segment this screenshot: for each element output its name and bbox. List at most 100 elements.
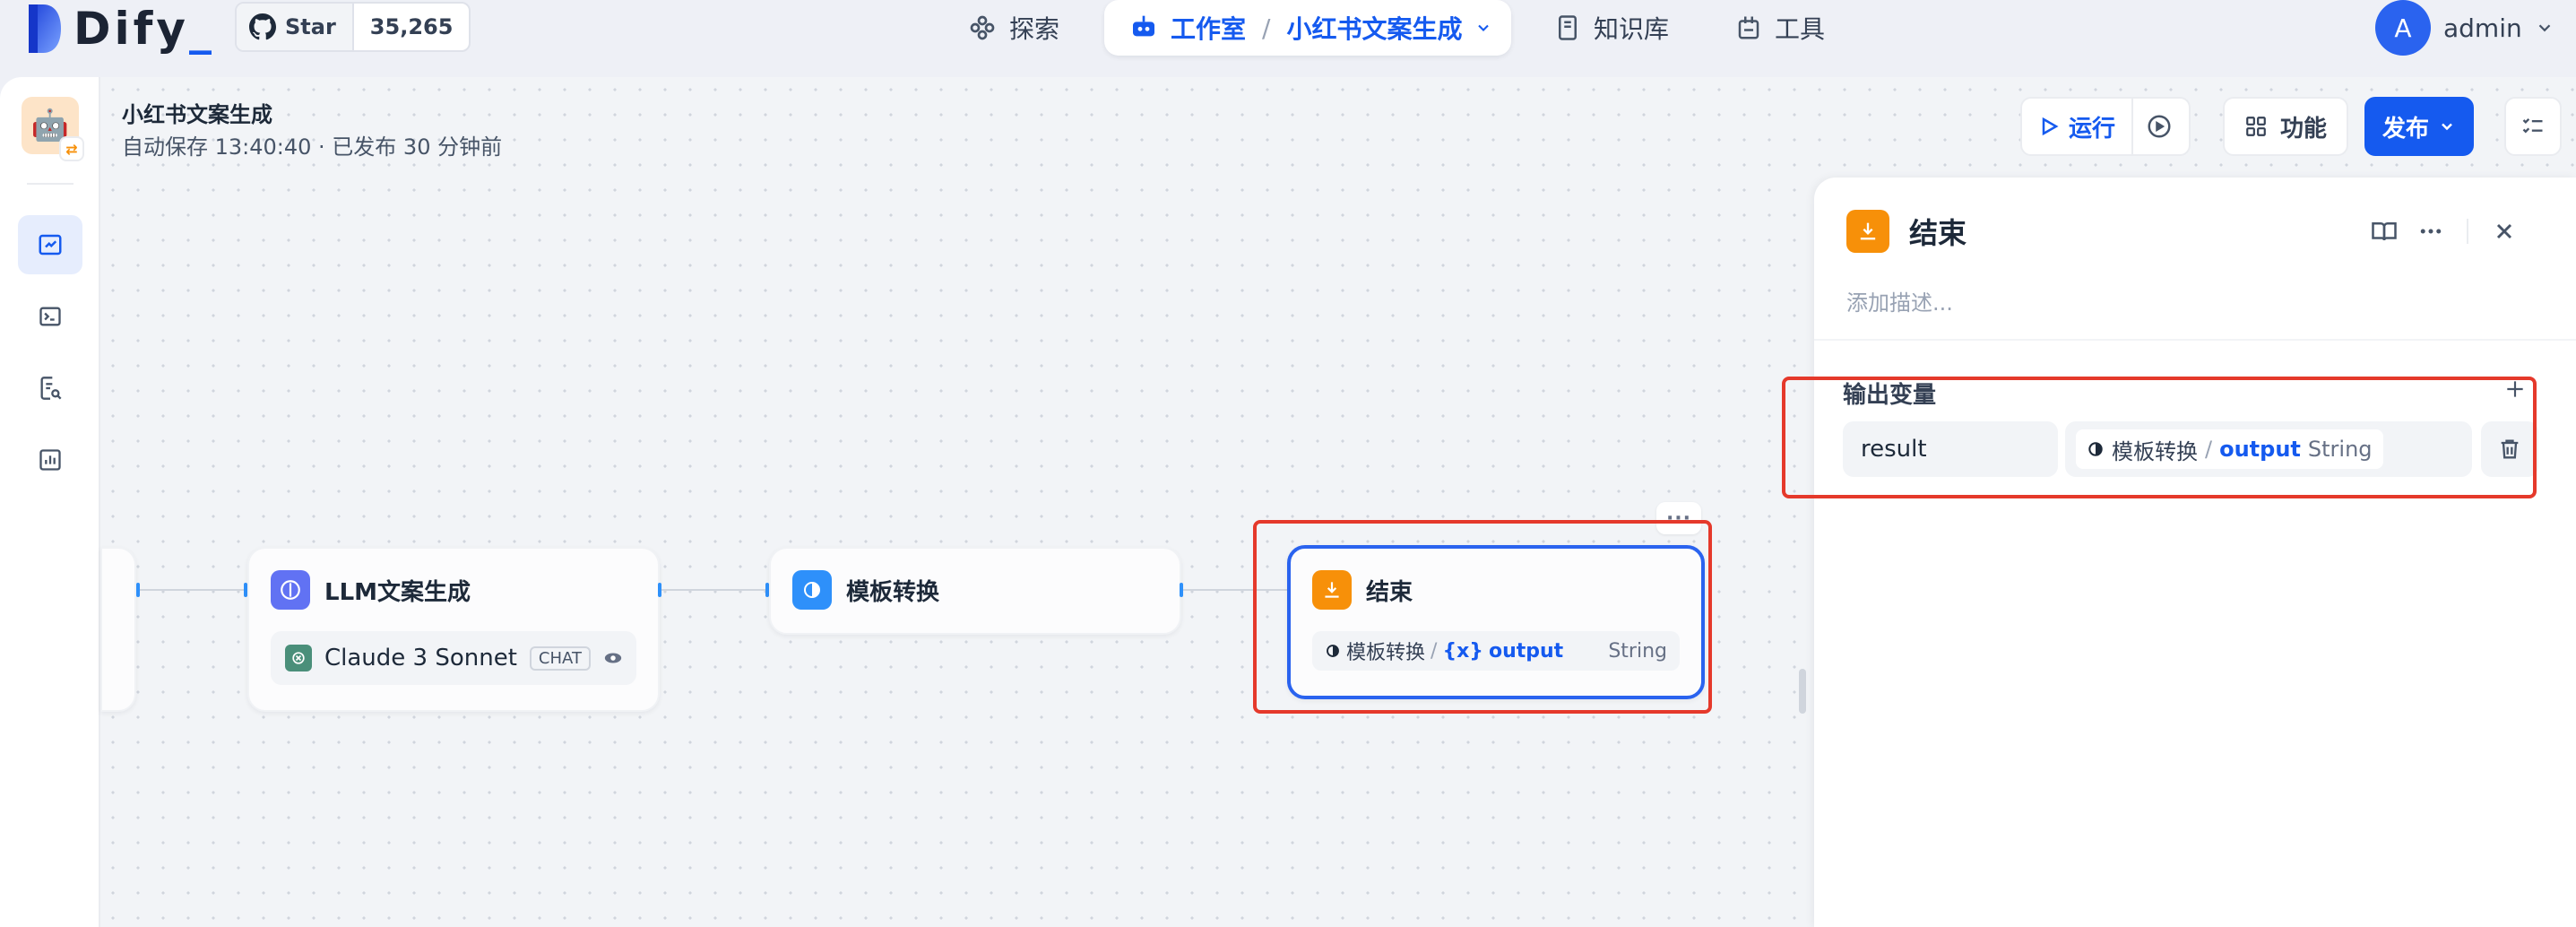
end-node[interactable]: 结束 模板转换 / {x} output String bbox=[1287, 545, 1705, 699]
template-icon bbox=[792, 570, 832, 610]
description-input[interactable]: 添加描述... bbox=[1846, 285, 1953, 316]
workflow-badge-icon: ⇄ bbox=[59, 136, 84, 161]
model-selector[interactable]: Claude 3 Sonnet CHAT bbox=[271, 631, 636, 685]
variable-icon: {x} bbox=[1442, 639, 1483, 663]
nav-current-app[interactable]: 小红书文案生成 bbox=[1286, 10, 1462, 46]
publish-label: 发布 bbox=[2382, 115, 2429, 143]
open-book-icon bbox=[2371, 218, 2398, 245]
template-node-header: 模板转换 bbox=[792, 570, 939, 610]
help-doc-button[interactable] bbox=[2361, 218, 2407, 245]
github-star-button[interactable]: Star bbox=[237, 4, 352, 50]
play-icon bbox=[2038, 116, 2060, 137]
reference-source-node: 模板转换 bbox=[2112, 438, 2198, 464]
edge bbox=[1183, 589, 1291, 591]
nav-tools-label: 工具 bbox=[1775, 14, 1826, 44]
start-node-partial[interactable] bbox=[100, 547, 136, 712]
llm-node-header: LLM文案生成 bbox=[271, 570, 471, 610]
app-icon[interactable]: 🤖 ⇄ bbox=[22, 97, 84, 161]
end-node-variable: 模板转换 / {x} output String bbox=[1312, 631, 1680, 671]
node-settings-panel: 结束 添加描述... 输出变量 result 模板转换 / output Str… bbox=[1814, 178, 2576, 927]
orchestrate-icon bbox=[37, 231, 64, 258]
left-sidebar: 🤖 ⇄ bbox=[0, 77, 100, 927]
plus-icon bbox=[2503, 377, 2527, 401]
panel-header: 结束 bbox=[1846, 210, 1967, 253]
end-node-header: 结束 bbox=[1312, 570, 1413, 610]
variable-source-node: 模板转换 bbox=[1346, 642, 1426, 664]
features-label: 功能 bbox=[2279, 115, 2327, 143]
checklist-button[interactable] bbox=[2504, 97, 2562, 156]
brain-icon bbox=[271, 570, 310, 610]
variable-type: String bbox=[1608, 639, 1667, 663]
eye-icon bbox=[603, 648, 623, 668]
nav-knowledge[interactable]: 知识库 bbox=[1554, 0, 1669, 56]
variable-separator: / bbox=[1431, 639, 1438, 663]
toolbar-divider bbox=[2467, 219, 2468, 244]
end-node-title: 结束 bbox=[1366, 578, 1413, 606]
page-title: 小红书文案生成 bbox=[122, 102, 272, 127]
variable-name: output bbox=[1488, 639, 1564, 663]
template-icon bbox=[1325, 643, 1341, 659]
terminal-icon bbox=[38, 304, 63, 329]
sidebar-item-orchestrate[interactable] bbox=[18, 215, 82, 274]
model-mode-tag: CHAT bbox=[529, 645, 591, 671]
run-button[interactable]: 运行 bbox=[2022, 99, 2131, 154]
chevron-down-icon[interactable] bbox=[1474, 19, 1492, 37]
sidebar-item-logs[interactable] bbox=[18, 359, 82, 418]
delete-output-variable-button[interactable] bbox=[2481, 421, 2538, 477]
avatar[interactable]: A bbox=[2375, 0, 2431, 56]
autosave-status: 自动保存 13:40:40 · 已发布 30 分钟前 bbox=[122, 134, 503, 160]
edge bbox=[140, 589, 247, 591]
nav-studio[interactable]: 工作室 / 小红书文案生成 bbox=[1104, 0, 1511, 56]
llm-node[interactable]: LLM文案生成 Claude 3 Sonnet CHAT bbox=[247, 547, 660, 712]
bar-chart-icon bbox=[38, 447, 63, 472]
grid-icon bbox=[2244, 115, 2268, 138]
ellipsis-icon bbox=[2417, 218, 2444, 245]
end-icon bbox=[1312, 570, 1352, 610]
close-icon bbox=[2492, 219, 2517, 244]
reference-separator: / bbox=[2205, 437, 2213, 462]
top-navigation: Dify_ Star 35,265 探索 工作室 / 小红书文案生成 知识库 工… bbox=[0, 0, 2576, 75]
book-icon bbox=[1554, 14, 1581, 41]
output-variable-name-field[interactable]: result bbox=[1843, 421, 2058, 477]
close-panel-button[interactable] bbox=[2481, 219, 2528, 244]
user-name[interactable]: admin bbox=[2443, 13, 2522, 43]
sidebar-item-monitoring[interactable] bbox=[18, 430, 82, 489]
github-star-widget[interactable]: Star 35,265 bbox=[235, 2, 471, 52]
publish-button[interactable]: 发布 bbox=[2364, 97, 2474, 156]
nav-studio-label[interactable]: 工作室 bbox=[1171, 10, 1246, 46]
output-variable-reference: 模板转换 / output String bbox=[2076, 429, 2383, 469]
breadcrumb-separator: / bbox=[1262, 13, 1271, 43]
output-variable-value-selector[interactable]: 模板转换 / output String bbox=[2065, 421, 2472, 477]
dify-logo[interactable]: Dify_ bbox=[27, 2, 215, 56]
sidebar-item-api[interactable] bbox=[18, 287, 82, 346]
panel-resize-handle[interactable] bbox=[1799, 669, 1806, 714]
chevron-down-icon bbox=[2438, 117, 2456, 135]
file-search-icon bbox=[38, 376, 63, 401]
reference-variable: output bbox=[2219, 437, 2301, 462]
nav-tools[interactable]: 工具 bbox=[1735, 0, 1825, 56]
end-icon bbox=[1846, 210, 1889, 253]
run-history-button[interactable] bbox=[2131, 99, 2185, 154]
sidebar-divider bbox=[27, 183, 73, 185]
checklist-icon bbox=[2520, 114, 2546, 139]
features-button[interactable]: 功能 bbox=[2223, 97, 2348, 156]
template-node[interactable]: 模板转换 bbox=[769, 547, 1181, 635]
run-label: 运行 bbox=[2069, 115, 2116, 143]
nav-explore[interactable]: 探索 bbox=[968, 0, 1059, 56]
chevron-down-icon[interactable] bbox=[2535, 18, 2554, 38]
llm-node-title: LLM文案生成 bbox=[324, 578, 471, 606]
user-menu[interactable]: A admin bbox=[2375, 0, 2554, 56]
model-name: Claude 3 Sonnet bbox=[324, 645, 517, 671]
run-button-group: 运行 bbox=[2020, 97, 2191, 156]
github-star-count[interactable]: 35,265 bbox=[351, 4, 470, 50]
more-options-button[interactable] bbox=[2407, 218, 2454, 245]
output-variables-title: 输出变量 bbox=[1843, 382, 1937, 409]
nav-knowledge-label: 知识库 bbox=[1594, 14, 1670, 44]
nav-explore-label: 探索 bbox=[1009, 14, 1060, 44]
panel-title[interactable]: 结束 bbox=[1909, 211, 1967, 252]
add-output-variable-button[interactable] bbox=[2499, 373, 2531, 405]
node-more-button[interactable]: ··· bbox=[1656, 502, 1701, 534]
reference-type: String bbox=[2307, 437, 2373, 462]
history-icon bbox=[2146, 113, 2173, 140]
panel-toolbar bbox=[2361, 210, 2528, 253]
